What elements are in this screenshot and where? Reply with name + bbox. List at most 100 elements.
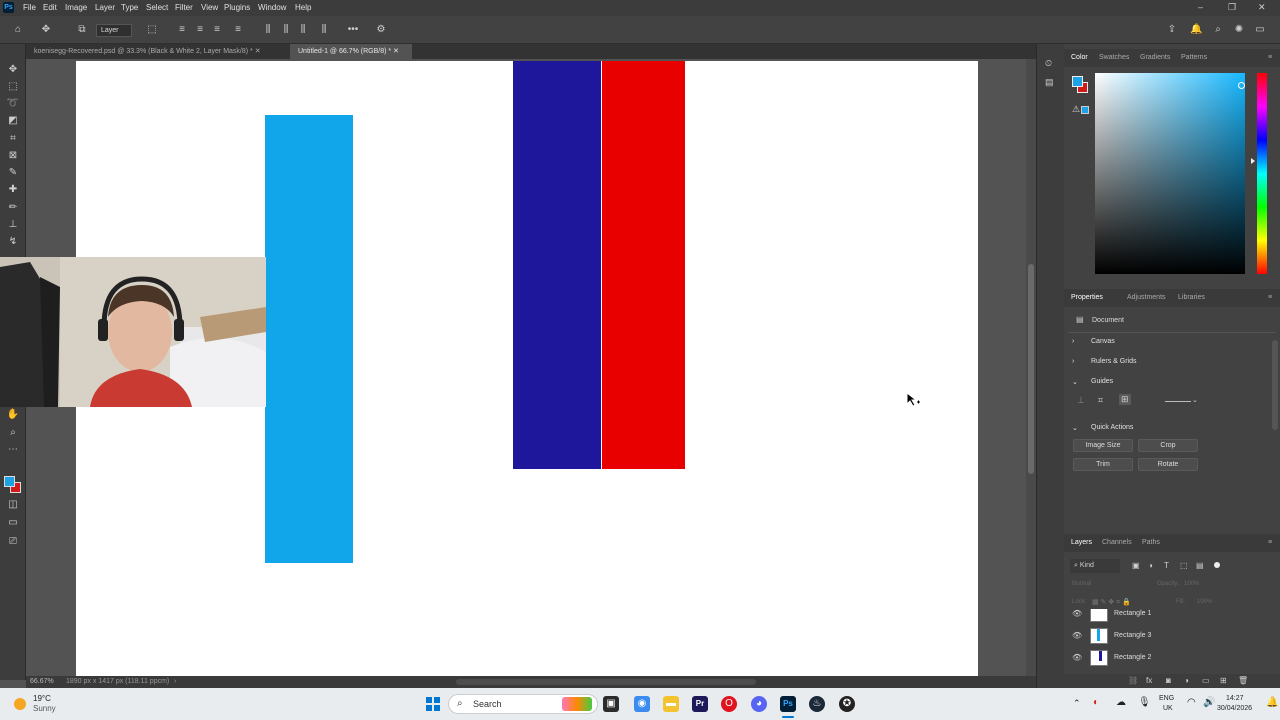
panel-menu-icon[interactable]: ≡ (1268, 534, 1272, 552)
more-tools-icon[interactable]: ⋯ (6, 443, 20, 457)
tab-color[interactable]: Color (1071, 49, 1088, 67)
align-middle-icon[interactable]: ⫼ (280, 24, 292, 36)
image-size-button[interactable]: Image Size (1073, 439, 1133, 452)
eye-icon[interactable]: 👁 (1072, 609, 1082, 625)
minimize-button[interactable]: – (1198, 2, 1203, 12)
search-icon[interactable]: ⌕ (1212, 24, 1224, 36)
add-mask-icon[interactable]: ◙ (1166, 676, 1171, 685)
menu-window[interactable]: Window (258, 3, 286, 12)
discord-icon[interactable]: ◕ (751, 696, 767, 712)
quick-mask-icon[interactable]: ◫ (6, 498, 20, 512)
transform-controls-icon[interactable]: ⬚ (146, 24, 158, 36)
menu-edit[interactable]: Edit (43, 3, 57, 12)
dark-blue-rectangle[interactable] (513, 61, 601, 469)
tab-layers[interactable]: Layers (1071, 534, 1092, 552)
menu-type[interactable]: Type (121, 3, 138, 12)
tab-properties[interactable]: Properties (1071, 289, 1103, 307)
link-layers-icon[interactable]: ⛓ (1128, 676, 1138, 685)
tab-patterns[interactable]: Patterns (1181, 49, 1207, 67)
align-center-icon[interactable]: ≡ (194, 24, 206, 36)
color-foreground-swatch[interactable] (1072, 76, 1083, 87)
tab-koenisegg[interactable]: koenisegg-Recovered.psd @ 33.3% (Black &… (26, 44, 288, 59)
onedrive-icon[interactable]: ☁ (1116, 697, 1126, 708)
auto-select-icon[interactable]: ⧉ (76, 24, 88, 36)
weather-sun-icon[interactable] (14, 698, 26, 710)
red-rectangle[interactable] (602, 61, 685, 469)
horizontal-scrollbar[interactable] (456, 679, 756, 685)
tab-adjustments[interactable]: Adjustments (1127, 289, 1166, 307)
layer-row-rectangle-3[interactable]: 👁 Rectangle 3 (1068, 625, 1274, 647)
share-icon[interactable]: ⇪ (1166, 24, 1178, 36)
chevron-down-icon[interactable]: ⌄ (1192, 396, 1198, 404)
tab-paths[interactable]: Paths (1142, 534, 1160, 552)
language-line1[interactable]: ENG (1159, 695, 1174, 702)
foreground-color-swatch[interactable] (4, 476, 15, 487)
volume-icon[interactable]: 🔊 (1203, 697, 1215, 708)
tab-swatches[interactable]: Swatches (1099, 49, 1129, 67)
close-icon[interactable]: ✕ (393, 48, 399, 55)
clone-stamp-tool-icon[interactable]: ⊥ (6, 218, 20, 232)
filter-toggle[interactable] (1214, 562, 1220, 568)
menu-filter[interactable]: Filter (175, 3, 193, 12)
move-tool-icon[interactable]: ✥ (40, 24, 52, 36)
search-highlight-icon[interactable] (562, 697, 592, 711)
eye-icon[interactable]: 👁 (1072, 647, 1082, 669)
edit-toolbar-icon[interactable]: ⎚ (6, 535, 20, 549)
windows-start-icon[interactable] (426, 697, 440, 711)
section-canvas[interactable]: Canvas (1091, 338, 1115, 345)
scrollbar-thumb[interactable] (1028, 264, 1034, 474)
clock-date[interactable]: 30/04/2026 (1217, 705, 1252, 712)
layer-row-rectangle-2[interactable]: 👁 Rectangle 2 (1068, 647, 1274, 669)
color-picker-field[interactable] (1095, 73, 1245, 274)
fill-value[interactable]: 100% (1197, 599, 1212, 605)
tab-channels[interactable]: Channels (1102, 534, 1132, 552)
trim-button[interactable]: Trim (1073, 458, 1133, 471)
weather-temp[interactable]: 19°C (33, 694, 51, 703)
section-quick-actions[interactable]: Quick Actions (1091, 424, 1133, 431)
lasso-tool-icon[interactable]: ➰ (6, 97, 20, 111)
auto-select-dropdown[interactable]: Layer (96, 24, 132, 37)
adjustment-layer-icon[interactable]: ◑ (1184, 676, 1189, 685)
opera-icon[interactable]: O (721, 696, 737, 712)
menu-select[interactable]: Select (146, 3, 168, 12)
brush-tool-icon[interactable]: ✏ (6, 201, 20, 215)
layer-filter-dropdown[interactable]: ⌕ Kind (1070, 559, 1120, 573)
align-bottom-icon[interactable]: ⫼ (297, 24, 309, 36)
screen-mode-icon[interactable]: ▭ (6, 516, 20, 530)
align-left-icon[interactable]: ≡ (176, 24, 188, 36)
hand-tool-icon[interactable]: ✋ (6, 408, 20, 422)
properties-scrollbar[interactable] (1272, 340, 1278, 430)
discover-icon[interactable]: ✺ (1233, 24, 1245, 36)
menu-layer[interactable]: Layer (95, 3, 115, 12)
healing-brush-tool-icon[interactable]: ✚ (6, 183, 20, 197)
color-picker-handle[interactable] (1238, 82, 1245, 89)
notification-bell-icon[interactable]: 🔔 (1266, 697, 1278, 708)
status-arrow-icon[interactable]: › (174, 676, 176, 688)
rotate-button[interactable]: Rotate (1138, 458, 1198, 471)
menu-file[interactable]: File (23, 3, 36, 12)
object-select-tool-icon[interactable]: ◩ (6, 114, 20, 128)
guide-layout-icon[interactable]: ⊞ (1119, 394, 1131, 405)
marquee-tool-icon[interactable]: ⬚ (6, 80, 20, 94)
panel-menu-icon[interactable]: ≡ (1268, 289, 1272, 307)
section-guides[interactable]: Guides (1091, 378, 1113, 385)
tab-gradients[interactable]: Gradients (1140, 49, 1170, 67)
photoshop-taskbar-icon[interactable]: Ps (780, 696, 796, 712)
menu-image[interactable]: Image (65, 3, 87, 12)
filter-adjustment-icon[interactable]: ◑ (1148, 561, 1153, 570)
zoom-tool-icon[interactable]: ⌕ (6, 426, 20, 440)
weather-desc[interactable]: Sunny (33, 704, 56, 713)
light-blue-rectangle[interactable] (265, 115, 353, 563)
history-icon[interactable]: ⏲ (1045, 58, 1052, 69)
guide-line-style[interactable] (1165, 401, 1191, 402)
tab-libraries[interactable]: Libraries (1178, 289, 1205, 307)
chevron-down-icon[interactable]: ⌄ (1072, 378, 1078, 386)
align-right-icon[interactable]: ≡ (211, 24, 223, 36)
filter-type-icon[interactable]: T (1164, 561, 1169, 570)
new-group-icon[interactable]: ▭ (1202, 676, 1210, 685)
steam-icon[interactable]: ♨ (809, 696, 825, 712)
more-options-icon[interactable]: ••• (347, 24, 359, 36)
blend-mode-dropdown[interactable]: Normal (1072, 581, 1091, 587)
section-rulers-grids[interactable]: Rulers & Grids (1091, 358, 1137, 365)
wifi-icon[interactable]: ◠ (1187, 697, 1196, 708)
